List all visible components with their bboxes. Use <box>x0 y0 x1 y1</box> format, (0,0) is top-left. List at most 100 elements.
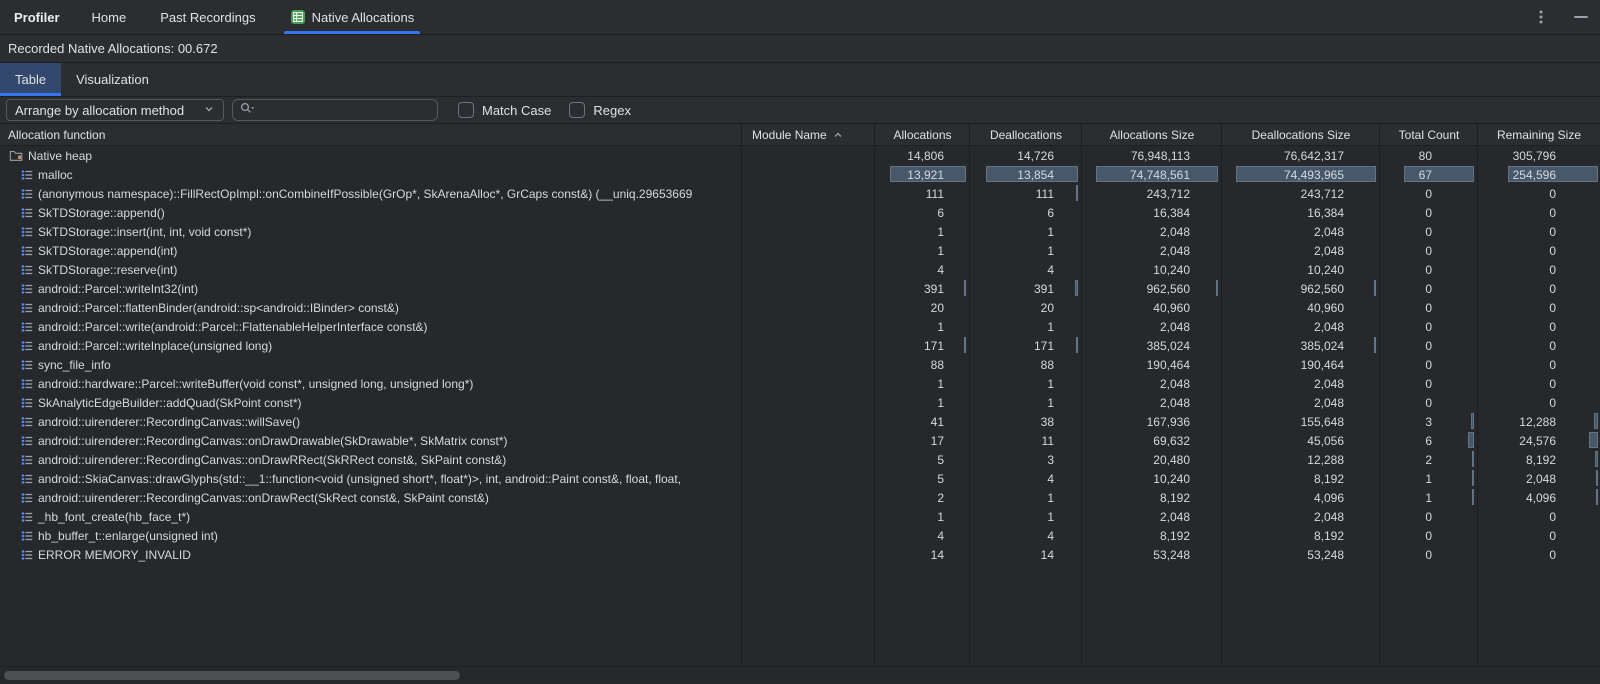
allocations-cell: 88 <box>875 355 970 374</box>
regex-checkbox[interactable] <box>569 102 585 118</box>
deallocations-cell: 1 <box>970 222 1082 241</box>
deallocations-cell: 4 <box>970 526 1082 545</box>
deallocations-size-cell: 2,048 <box>1222 374 1380 393</box>
deallocations-cell: 1 <box>970 488 1082 507</box>
table-row[interactable]: android::Parcel::writeInplace(unsigned l… <box>0 336 1600 355</box>
remaining-size-cell: 305,796 <box>1478 146 1600 165</box>
match-case-checkbox[interactable] <box>458 102 474 118</box>
match-case-label: Match Case <box>482 103 551 118</box>
total-count-cell: 1 <box>1380 469 1478 488</box>
allocations-table: Allocation functionModule NameAllocation… <box>0 124 1600 666</box>
allocations-size-cell: 8,192 <box>1082 526 1222 545</box>
table-row[interactable]: hb_buffer_t::enlarge(unsigned int)448,19… <box>0 526 1600 545</box>
allocations-cell: 391 <box>875 279 970 298</box>
tab-home[interactable]: Home <box>86 0 133 34</box>
heap-folder-icon <box>9 149 23 162</box>
module-name-cell <box>742 393 875 412</box>
allocations-size-cell: 2,048 <box>1082 317 1222 336</box>
table-row[interactable]: SkTDStorage::append(int)112,0482,04800 <box>0 241 1600 260</box>
table-row[interactable]: android::uirenderer::RecordingCanvas::wi… <box>0 412 1600 431</box>
allocations-cell: 6 <box>875 203 970 222</box>
table-row[interactable]: android::SkiaCanvas::drawGlyphs(std::__1… <box>0 469 1600 488</box>
allocations-size-cell: 385,024 <box>1082 336 1222 355</box>
allocations-size-cell: 74,748,561 <box>1082 165 1222 184</box>
allocations-size-cell: 2,048 <box>1082 241 1222 260</box>
table-row[interactable]: (anonymous namespace)::FillRectOpImpl::o… <box>0 184 1600 203</box>
column-header-total-count[interactable]: Total Count <box>1380 124 1478 145</box>
deallocations-size-cell: 2,048 <box>1222 507 1380 526</box>
column-header-allocations-size[interactable]: Allocations Size <box>1082 124 1222 145</box>
allocation-method-icon <box>21 321 33 333</box>
table-row[interactable]: SkTDStorage::append()6616,38416,38400 <box>0 203 1600 222</box>
allocation-method-icon <box>21 530 33 542</box>
column-header-allocations[interactable]: Allocations <box>875 124 970 145</box>
column-header-deallocations[interactable]: Deallocations <box>970 124 1082 145</box>
total-count-cell: 0 <box>1380 241 1478 260</box>
deallocations-cell: 11 <box>970 431 1082 450</box>
total-count-cell: 67 <box>1380 165 1478 184</box>
remaining-size-cell: 0 <box>1478 374 1600 393</box>
total-count-cell: 0 <box>1380 545 1478 564</box>
more-options-icon[interactable] <box>1532 8 1550 26</box>
allocation-function-cell: SkTDStorage::append(int) <box>0 241 742 260</box>
deallocations-cell: 38 <box>970 412 1082 431</box>
tab-visualization[interactable]: Visualization <box>61 63 164 96</box>
deallocations-cell: 1 <box>970 317 1082 336</box>
column-header-allocation-function[interactable]: Allocation function <box>0 124 742 145</box>
hide-window-icon[interactable] <box>1572 8 1590 26</box>
column-header-deallocations-size[interactable]: Deallocations Size <box>1222 124 1380 145</box>
deallocations-size-cell: 76,642,317 <box>1222 146 1380 165</box>
deallocations-size-cell: 2,048 <box>1222 317 1380 336</box>
allocation-method-icon <box>21 473 33 485</box>
table-row[interactable]: android::Parcel::writeInt32(int)39139196… <box>0 279 1600 298</box>
allocations-cell: 2 <box>875 488 970 507</box>
remaining-size-cell: 8,192 <box>1478 450 1600 469</box>
table-row[interactable]: sync_file_info8888190,464190,46400 <box>0 355 1600 374</box>
deallocations-cell: 13,854 <box>970 165 1082 184</box>
module-name-cell <box>742 146 875 165</box>
total-count-cell: 6 <box>1380 431 1478 450</box>
horizontal-scrollbar-thumb[interactable] <box>4 671 460 680</box>
module-name-cell <box>742 317 875 336</box>
total-count-cell: 2 <box>1380 450 1478 469</box>
table-row[interactable]: android::uirenderer::RecordingCanvas::on… <box>0 488 1600 507</box>
table-row[interactable]: SkTDStorage::insert(int, int, void const… <box>0 222 1600 241</box>
table-row[interactable]: android::Parcel::write(android::Parcel::… <box>0 317 1600 336</box>
module-name-cell <box>742 545 875 564</box>
table-row[interactable]: android::hardware::Parcel::writeBuffer(v… <box>0 374 1600 393</box>
allocation-method-icon <box>21 340 33 352</box>
allocation-function-cell: android::uirenderer::RecordingCanvas::wi… <box>0 412 742 431</box>
table-row[interactable]: ERROR MEMORY_INVALID141453,24853,24800 <box>0 545 1600 564</box>
total-count-cell: 0 <box>1380 507 1478 526</box>
allocation-method-icon <box>21 378 33 390</box>
module-name-cell <box>742 431 875 450</box>
arrange-by-dropdown[interactable]: Arrange by allocation method <box>6 99 224 121</box>
horizontal-scrollbar[interactable] <box>0 666 1600 684</box>
allocation-method-icon <box>21 511 33 523</box>
app-title: Profiler <box>14 10 60 25</box>
deallocations-cell: 6 <box>970 203 1082 222</box>
table-row[interactable]: SkTDStorage::reserve(int)4410,24010,2400… <box>0 260 1600 279</box>
tab-past-recordings[interactable]: Past Recordings <box>154 0 261 34</box>
table-row[interactable]: SkAnalyticEdgeBuilder::addQuad(SkPoint c… <box>0 393 1600 412</box>
deallocations-cell: 111 <box>970 184 1082 203</box>
deallocations-size-cell: 8,192 <box>1222 526 1380 545</box>
table-row[interactable]: _hb_font_create(hb_face_t*)112,0482,0480… <box>0 507 1600 526</box>
table-row[interactable]: malloc13,92113,85474,748,56174,493,96567… <box>0 165 1600 184</box>
deallocations-cell: 4 <box>970 469 1082 488</box>
table-row[interactable]: android::uirenderer::RecordingCanvas::on… <box>0 431 1600 450</box>
search-field[interactable] <box>232 99 438 121</box>
column-header-module-name[interactable]: Module Name <box>742 124 875 145</box>
allocation-method-icon <box>21 492 33 504</box>
deallocations-size-cell: 74,493,965 <box>1222 165 1380 184</box>
column-header-remaining-size[interactable]: Remaining Size <box>1478 124 1600 145</box>
table-row[interactable]: android::uirenderer::RecordingCanvas::on… <box>0 450 1600 469</box>
table-row[interactable]: android::Parcel::flattenBinder(android::… <box>0 298 1600 317</box>
tab-table[interactable]: Table <box>0 63 61 96</box>
allocation-function-cell: android::uirenderer::RecordingCanvas::on… <box>0 431 742 450</box>
deallocations-size-cell: 12,288 <box>1222 450 1380 469</box>
allocation-function-cell: android::Parcel::write(android::Parcel::… <box>0 317 742 336</box>
table-row[interactable]: Native heap14,80614,72676,948,11376,642,… <box>0 146 1600 165</box>
search-input[interactable] <box>257 103 407 117</box>
tab-native-allocations[interactable]: Native Allocations <box>284 0 421 34</box>
